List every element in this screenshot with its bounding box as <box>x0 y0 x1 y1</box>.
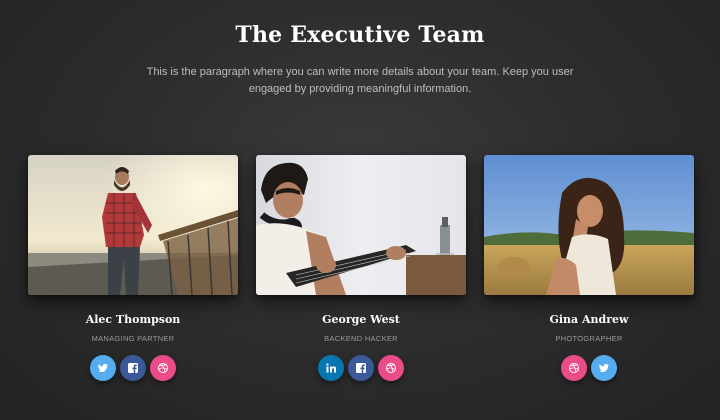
twitter-button[interactable] <box>591 355 617 381</box>
member-socials <box>256 355 466 381</box>
linkedin-icon <box>326 363 336 373</box>
facebook-icon <box>128 363 138 373</box>
member-socials <box>484 355 694 381</box>
dribbble-icon <box>158 363 168 373</box>
team-header: The Executive Team This is the paragraph… <box>0 22 720 98</box>
team-card-george: George West BACKEND HACKER <box>256 155 466 381</box>
section-title: The Executive Team <box>235 22 485 48</box>
member-photo <box>256 155 466 295</box>
member-role: BACKEND HACKER <box>324 334 398 343</box>
photo-woman-field <box>484 155 694 295</box>
dribbble-button[interactable] <box>561 355 587 381</box>
twitter-icon <box>98 363 108 373</box>
photo-man-pier <box>28 155 238 295</box>
member-name: Gina Andrew <box>549 313 629 326</box>
team-cards: Alec Thompson MANAGING PARTNER George We… <box>28 155 694 405</box>
facebook-button[interactable] <box>120 355 146 381</box>
section-description: This is the paragraph where you can writ… <box>146 66 574 95</box>
dribbble-icon <box>386 363 396 373</box>
member-role: MANAGING PARTNER <box>91 334 175 343</box>
dribbble-button[interactable] <box>150 355 176 381</box>
member-role: PHOTOGRAPHER <box>555 334 623 343</box>
twitter-button[interactable] <box>90 355 116 381</box>
photo-man-guitar <box>256 155 466 295</box>
linkedin-button[interactable] <box>318 355 344 381</box>
member-photo <box>484 155 694 295</box>
member-name: George West <box>322 313 400 326</box>
twitter-icon <box>599 363 609 373</box>
facebook-icon <box>356 363 366 373</box>
member-name: Alec Thompson <box>85 313 181 326</box>
dribbble-button[interactable] <box>378 355 404 381</box>
facebook-button[interactable] <box>348 355 374 381</box>
team-card-gina: Gina Andrew PHOTOGRAPHER <box>484 155 694 381</box>
team-card-alec: Alec Thompson MANAGING PARTNER <box>28 155 238 381</box>
dribbble-icon <box>569 363 579 373</box>
member-photo <box>28 155 238 295</box>
member-socials <box>28 355 238 381</box>
